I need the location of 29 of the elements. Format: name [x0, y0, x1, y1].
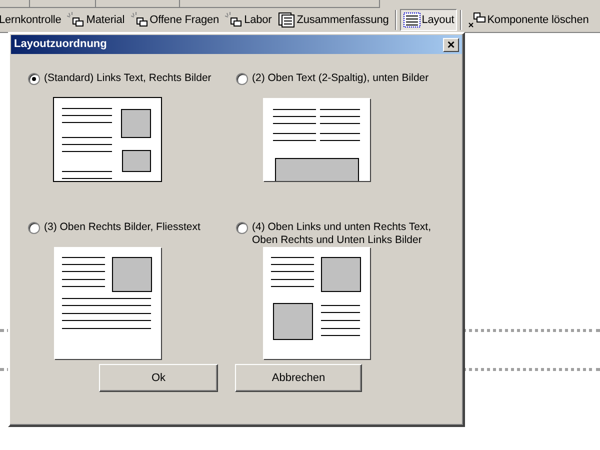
component-icon: [67, 12, 86, 28]
layout-preview-drawing[interactable]: [54, 98, 160, 181]
layout-radio-option[interactable]: (Standard) Links Text, Rechts Bilder: [28, 72, 236, 98]
window-title: Layoutzuordnung: [14, 37, 107, 52]
toolbar-button[interactable]: Material: [64, 9, 128, 31]
dialog-button[interactable]: Abbrechen: [235, 364, 362, 392]
layout-radio-option[interactable]: (4) Oben Links und unten Rechts Text, Oben Rechts und Unten Links Bilder: [236, 221, 456, 247]
radio-button[interactable]: [236, 222, 248, 234]
layout-radio-option[interactable]: (2) Oben Text (2-Spaltig), unten Bilder: [236, 72, 456, 98]
toolbar-button[interactable]: Labor: [222, 9, 275, 31]
close-button[interactable]: ×: [443, 38, 459, 52]
radio-button[interactable]: [28, 222, 40, 234]
toolbar-button[interactable]: Offene Fragen: [128, 9, 222, 31]
layout-preview-drawing[interactable]: [54, 247, 160, 359]
dialog-button[interactable]: Ok: [99, 364, 218, 392]
layout-preview-drawing[interactable]: [262, 98, 370, 181]
layout-icon: [402, 12, 421, 28]
component-icon: [130, 12, 149, 28]
toolbar-button[interactable]: Komponente löschen: [465, 9, 592, 31]
toolbar-button[interactable]: Layout: [400, 9, 458, 31]
radio-button[interactable]: [28, 73, 40, 85]
layout-preview-drawing[interactable]: [262, 247, 370, 359]
toolbar-button[interactable]: Zusammenfassung: [274, 9, 392, 31]
toolbar-button[interactable]: Lernkontrolle: [0, 9, 64, 31]
radio-button[interactable]: [236, 73, 248, 85]
layout-radio-option[interactable]: (3) Oben Rechts Bilder, Fliesstext: [28, 221, 236, 247]
delete-component-icon: [468, 12, 486, 28]
component-icon: [225, 12, 244, 28]
pages-icon: [278, 12, 296, 28]
